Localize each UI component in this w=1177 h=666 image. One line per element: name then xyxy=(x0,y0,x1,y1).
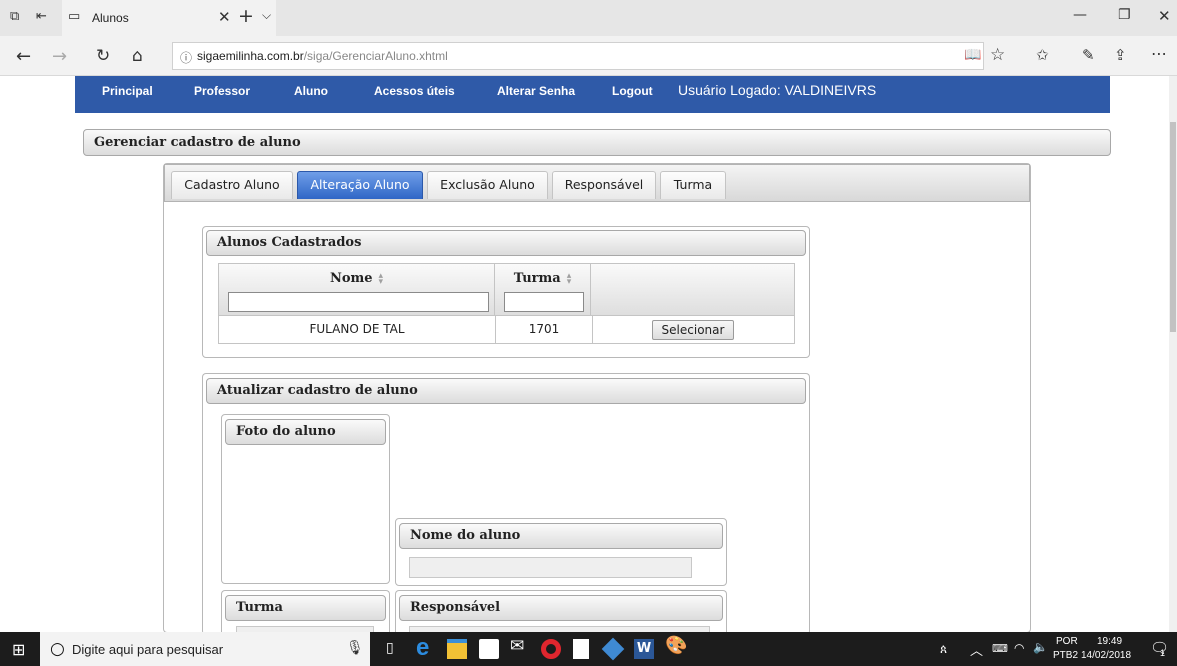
show-hidden-icons-chevron-icon[interactable]: ︿ xyxy=(970,640,983,659)
microphone-icon[interactable]: 🎙 xyxy=(346,640,364,656)
web-note-icon[interactable]: ✎ xyxy=(1082,46,1095,64)
nav-alterar-senha[interactable]: Alterar Senha xyxy=(497,84,575,98)
atualizar-cadastro-title: Atualizar cadastro de aluno xyxy=(206,378,806,404)
table-row: FULANO DE TAL 1701 Selecionar xyxy=(218,315,795,344)
nav-acessos-uteis[interactable]: Acessos úteis xyxy=(374,84,455,98)
nav-principal[interactable]: Principal xyxy=(102,84,153,98)
opera-icon[interactable] xyxy=(541,639,561,659)
column-header-turma[interactable]: Turma ▴ ▾ xyxy=(494,263,591,316)
volume-icon[interactable]: 🔈 xyxy=(1033,640,1048,654)
windows-start-icon[interactable]: ⊞ xyxy=(12,640,25,659)
taskbar-search-placeholder: Digite aqui para pesquisar xyxy=(72,642,224,657)
clock-date[interactable]: 14/02/2018 xyxy=(1081,650,1131,661)
minimize-icon[interactable]: — xyxy=(1073,7,1087,23)
tab-turma[interactable]: Turma xyxy=(660,171,726,199)
restore-icon[interactable]: ❐ xyxy=(1118,7,1131,23)
cortana-circle-icon: ○ xyxy=(50,639,65,659)
page-icon: ▭ xyxy=(68,9,81,24)
tab-alteracao-aluno[interactable]: Alteração Aluno xyxy=(297,171,423,199)
sort-icon[interactable]: ▴ ▾ xyxy=(567,271,572,286)
turma-title: Turma xyxy=(225,595,386,621)
tab-preview-icon[interactable]: ⧉ xyxy=(10,9,19,24)
input-language[interactable]: POR xyxy=(1056,636,1078,647)
nome-aluno-input[interactable] xyxy=(409,557,692,578)
site-nav-bar: Principal Professor Aluno Acessos úteis … xyxy=(75,76,1110,113)
favorites-list-icon[interactable]: ✩ xyxy=(1036,46,1049,64)
forward-icon[interactable]: → xyxy=(52,46,67,67)
nav-aluno[interactable]: Aluno xyxy=(294,84,328,98)
new-tab-icon[interactable]: + xyxy=(238,5,254,27)
url-domain: sigaemilinha.com.br xyxy=(197,49,304,63)
share-icon[interactable]: ⇪ xyxy=(1114,46,1127,64)
foto-aluno-title: Foto do aluno xyxy=(225,419,386,445)
tab-list-chevron-icon[interactable]: ⌵ xyxy=(262,8,271,23)
site-info-icon[interactable]: ⓘ xyxy=(180,49,192,66)
turma-filter-input[interactable] xyxy=(504,292,584,312)
nome-aluno-title: Nome do aluno xyxy=(399,523,723,549)
column-header-nome[interactable]: Nome ▴ ▾ xyxy=(218,263,495,316)
notification-count: 1 xyxy=(1160,648,1166,658)
nav-logout[interactable]: Logout xyxy=(612,84,653,98)
tab-cadastro-aluno[interactable]: Cadastro Aluno xyxy=(171,171,293,199)
file-explorer-icon[interactable] xyxy=(447,639,467,659)
cell-nome: FULANO DE TAL xyxy=(309,322,405,336)
sort-icon[interactable]: ▴ ▾ xyxy=(379,271,384,286)
tab-title: Alunos xyxy=(92,11,129,25)
mail-icon[interactable]: ✉ xyxy=(510,636,524,656)
url-path: /siga/GerenciarAluno.xhtml xyxy=(303,49,448,63)
keyboard-layout[interactable]: PTB2 xyxy=(1053,650,1078,661)
store-icon[interactable] xyxy=(479,639,499,659)
column-nome-label: Nome xyxy=(329,271,373,286)
alunos-cadastrados-title: Alunos Cadastrados xyxy=(206,230,806,256)
keyboard-icon[interactable]: ⌨ xyxy=(992,642,1008,655)
task-view-icon[interactable]: ▯ xyxy=(386,640,394,656)
refresh-icon[interactable]: ↻ xyxy=(96,46,110,66)
more-icon[interactable]: ⋯ xyxy=(1151,44,1167,63)
back-icon[interactable]: ← xyxy=(16,46,31,67)
paint-icon[interactable]: 🎨 xyxy=(665,635,687,656)
tab-strip: Cadastro Aluno Alteração Aluno Exclusão … xyxy=(164,164,1030,202)
tab-responsavel[interactable]: Responsável xyxy=(552,171,656,199)
scrollbar-thumb[interactable] xyxy=(1170,122,1176,332)
page-title: Gerenciar cadastro de aluno xyxy=(83,129,1111,156)
column-header-actions xyxy=(590,263,795,316)
set-tabs-aside-icon[interactable]: ⇤ xyxy=(36,9,47,24)
nome-filter-input[interactable] xyxy=(228,292,489,312)
cell-turma: 1701 xyxy=(495,316,593,343)
favorite-star-icon[interactable]: ☆ xyxy=(990,45,1005,65)
nav-professor[interactable]: Professor xyxy=(194,84,250,98)
wifi-icon[interactable]: ◠ xyxy=(1014,641,1024,655)
word-icon[interactable]: W xyxy=(634,639,654,659)
edge-browser-icon[interactable]: e xyxy=(416,634,429,662)
tab-exclusao-aluno[interactable]: Exclusão Aluno xyxy=(427,171,548,199)
clock-time[interactable]: 19:49 xyxy=(1097,636,1122,647)
close-tab-icon[interactable]: ✕ xyxy=(218,8,231,26)
responsavel-title: Responsável xyxy=(399,595,723,621)
close-window-icon[interactable]: ✕ xyxy=(1158,7,1171,25)
home-icon[interactable]: ⌂ xyxy=(132,46,143,66)
logged-user-label: Usuário Logado: VALDINEIVRS xyxy=(678,82,877,98)
column-turma-label: Turma xyxy=(513,271,561,286)
people-icon[interactable]: ጰ xyxy=(940,642,947,657)
selecionar-button[interactable]: Selecionar xyxy=(652,320,734,340)
reading-view-icon[interactable]: 📖 xyxy=(964,47,981,63)
document-icon[interactable] xyxy=(573,639,589,659)
url-text[interactable]: sigaemilinha.com.br/siga/GerenciarAluno.… xyxy=(197,43,448,69)
